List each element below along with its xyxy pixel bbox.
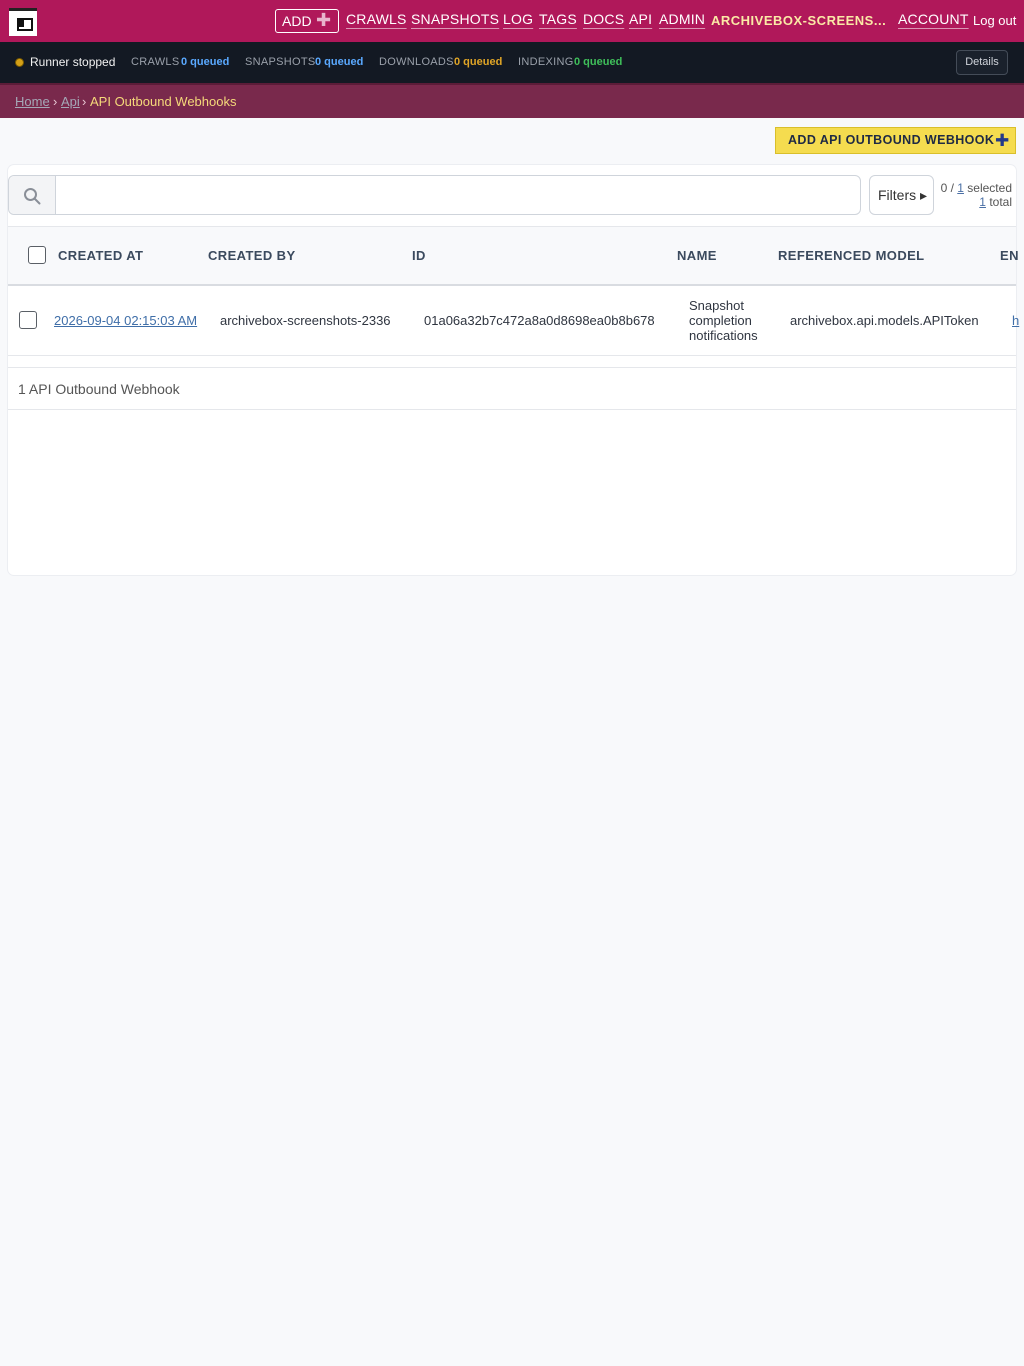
nav-link-log[interactable]: LOG <box>503 11 533 27</box>
nav-add-label: ADD <box>282 13 312 29</box>
column-header-referenced-model[interactable]: REFERENCED MODEL <box>778 248 925 263</box>
nav-username[interactable]: ARCHIVEBOX-SCREENS... <box>711 13 889 28</box>
queue-value-snapshots: 0 queued <box>315 56 364 68</box>
plus-icon: ✚ <box>995 131 1010 150</box>
breadcrumb-separator: › <box>82 94 87 109</box>
nav-link-admin[interactable]: ADMIN <box>659 11 705 27</box>
breadcrumb-api[interactable]: Api <box>61 94 80 109</box>
nav-link-snapshots[interactable]: SNAPSHOTS <box>411 11 499 27</box>
column-header-name[interactable]: NAME <box>677 248 717 263</box>
result-count: 1 API Outbound Webhook <box>8 367 1016 410</box>
total-suffix: total <box>989 195 1012 209</box>
queue-label-crawls: CRAWLS <box>131 56 180 68</box>
referenced-model-cell: archivebox.api.models.APIToken <box>790 313 979 328</box>
breadcrumb-current: API Outbound Webhooks <box>90 94 237 109</box>
nav-link-tags[interactable]: TAGS <box>539 11 577 27</box>
nav-add-button[interactable]: ADD ✚ <box>275 9 339 33</box>
queue-value-crawls: 0 queued <box>181 56 230 68</box>
queue-value-indexing: 0 queued <box>574 56 623 68</box>
column-header-created-by[interactable]: CREATED BY <box>208 248 296 263</box>
column-header-created-at[interactable]: CREATED AT <box>58 248 143 263</box>
result-count-text: 1 API Outbound Webhook <box>18 381 180 397</box>
search-input[interactable] <box>57 176 857 214</box>
queue-value-downloads: 0 queued <box>454 56 503 68</box>
id-cell: 01a06a32b7c472a8a0d8698ea0b8b678 <box>424 313 655 328</box>
details-button[interactable]: Details <box>956 50 1008 75</box>
select-all-link[interactable]: 1 <box>957 181 964 195</box>
runner-status-dot-icon <box>15 58 24 67</box>
column-header-endpoint[interactable]: EN <box>1000 248 1019 263</box>
breadcrumb: Home › Api › API Outbound Webhooks <box>0 83 1024 118</box>
column-header-id[interactable]: ID <box>412 248 426 263</box>
queue-label-downloads: DOWNLOADS <box>379 56 454 68</box>
name-cell: Snapshot completion notifications <box>689 298 758 343</box>
runner-status-text: Runner stopped <box>30 55 116 69</box>
created-by-cell: archivebox-screenshots-2336 <box>220 313 391 328</box>
nav-link-account[interactable]: ACCOUNT <box>898 11 969 27</box>
archivebox-logo-icon[interactable] <box>9 8 37 36</box>
add-webhook-label: ADD API OUTBOUND WEBHOOK <box>788 133 995 147</box>
endpoint-link[interactable]: h <box>1012 313 1019 328</box>
plus-icon: ✚ <box>316 10 332 30</box>
nav-link-crawls[interactable]: CRAWLS <box>346 11 407 27</box>
breadcrumb-separator: › <box>53 94 58 109</box>
select-all-checkbox[interactable] <box>28 246 46 264</box>
queue-label-indexing: INDEXING <box>518 56 574 68</box>
queue-label-snapshots: SNAPSHOTS <box>245 56 316 68</box>
add-api-outbound-webhook-button[interactable]: ADD API OUTBOUND WEBHOOK ✚ <box>775 127 1016 154</box>
created-at-link[interactable]: 2026-09-04 02:15:03 AM <box>54 313 197 328</box>
nav-link-api[interactable]: API <box>629 11 652 27</box>
row-checkbox[interactable] <box>19 311 37 329</box>
total-count-link[interactable]: 1 <box>979 195 986 209</box>
search-bar <box>8 175 861 215</box>
selection-counter: 0 / 1 selected 1 total <box>940 181 1012 209</box>
breadcrumb-home[interactable]: Home <box>15 94 50 109</box>
selected-count: 0 <box>940 181 948 195</box>
nav-link-docs[interactable]: DOCS <box>583 11 624 27</box>
filters-button[interactable]: Filters ▸ <box>869 175 934 215</box>
selected-suffix: selected <box>967 181 1012 195</box>
logout-link[interactable]: Log out <box>973 13 1016 28</box>
search-icon[interactable] <box>9 176 56 214</box>
